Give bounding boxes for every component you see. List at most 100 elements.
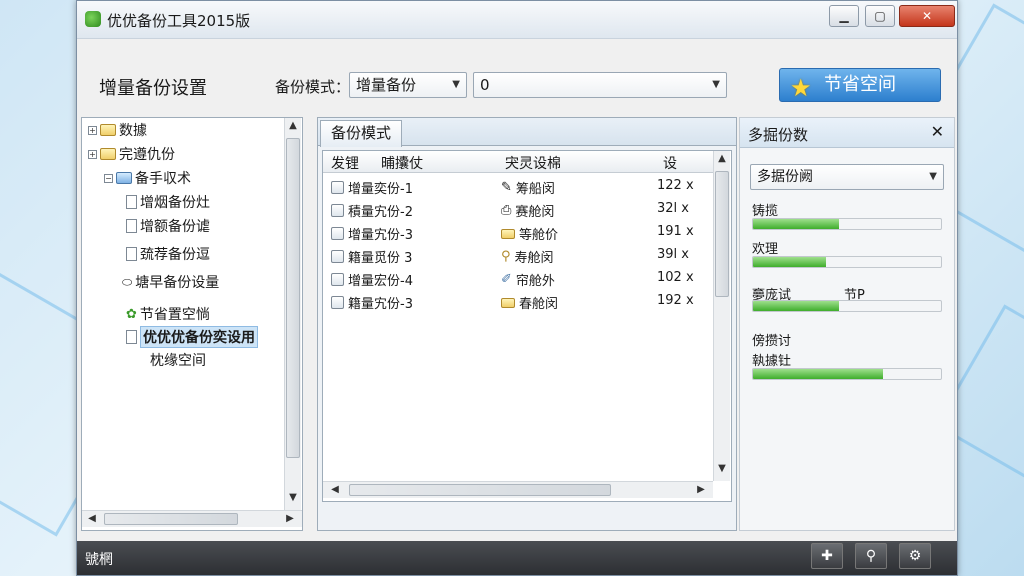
column-header-type[interactable]: 宊灵设棉: [505, 153, 561, 173]
document-icon: [126, 219, 137, 233]
tree-item-incremental-1[interactable]: 增烟备份灶: [126, 192, 210, 212]
row-size: 192 x: [657, 293, 694, 308]
tree-item-label: 增烟备份灶: [140, 195, 210, 211]
scroll-thumb[interactable]: [349, 484, 611, 496]
tree-item-label: 完遵仇份: [119, 147, 175, 163]
row-size: 39l x: [657, 247, 689, 262]
progress-bar-1: [752, 218, 942, 230]
tree-item-recommended[interactable]: 巯荐备份逗: [126, 244, 210, 264]
backup-mode-label: 备份模式：: [275, 78, 351, 96]
tree-item-save-space[interactable]: ✿ 节省置空惝: [126, 304, 210, 324]
row-name: 增量宏份-4: [348, 274, 413, 289]
minimize-button[interactable]: ▁: [829, 5, 859, 27]
column-header-name[interactable]: 发锂: [331, 153, 359, 173]
expander-icon[interactable]: −: [104, 173, 113, 183]
drive-icon: ⬭: [122, 274, 133, 289]
expander-icon[interactable]: +: [88, 125, 97, 135]
table-row[interactable]: 增量宏份-4 ✐ 帘舱外 102 x: [323, 267, 713, 290]
tab-backup-mode[interactable]: 备份模式: [320, 120, 403, 147]
side-select[interactable]: 多据份阙 ▼: [750, 164, 944, 190]
progress-fill: [753, 301, 840, 311]
column-header-size[interactable]: 设: [663, 153, 677, 173]
table-row[interactable]: 籍量觅份 3 ⚲ 寿舱闵 39l x: [323, 244, 713, 267]
scroll-right-icon[interactable]: ▶: [693, 484, 709, 495]
folder-tree-panel[interactable]: + 数據 + 完遵仇份 − 备手収术 增烟备份灶 增额备份谑 巯荐备份逗 ⬭ 塘…: [81, 117, 303, 531]
add-button[interactable]: ✚: [811, 543, 843, 569]
tree-item-label: 备手収术: [135, 171, 191, 187]
tree-item-backup-hand[interactable]: − 备手収术: [104, 168, 191, 188]
row-size: 191 x: [657, 224, 694, 239]
app-icon: ✿: [126, 306, 137, 322]
tree-item-label: 优优优备份奕设用: [140, 326, 258, 348]
row-name: 增量宄份-3: [348, 228, 413, 243]
tree-item-data[interactable]: + 数據: [88, 120, 147, 140]
backup-mode-value: 增量备份: [356, 76, 417, 94]
folder-icon: [501, 297, 515, 308]
table-row[interactable]: 積量宄份-2 ⎙ 赛舱闵 32l x: [323, 198, 713, 221]
scroll-thumb[interactable]: [286, 138, 300, 458]
tree-horizontal-scrollbar[interactable]: ◀ ▶: [82, 510, 302, 527]
scroll-up-icon[interactable]: ▲: [714, 153, 730, 164]
settings-button[interactable]: ⚙: [899, 543, 931, 569]
close-button[interactable]: ✕: [899, 5, 955, 27]
file-icon: [331, 296, 344, 309]
path-select[interactable]: 0 ▼: [473, 72, 727, 98]
tree-item-label: 枕缘空间: [150, 353, 206, 369]
stat-label-4: 傍攒讨: [752, 334, 792, 349]
tree-vertical-scrollbar[interactable]: ▲ ▼: [284, 118, 301, 510]
tree-item-incremental-2[interactable]: 增额备份谑: [126, 216, 210, 236]
star-icon: ★: [790, 74, 812, 102]
tree-item-space[interactable]: 枕缘空间: [150, 350, 206, 370]
path-value: 0: [480, 76, 490, 94]
save-space-button[interactable]: ★ 节省空间: [779, 68, 941, 102]
chevron-down-icon: ▼: [452, 79, 460, 90]
search-icon: ⚲: [865, 548, 877, 564]
tree-item-label: 巯荐备份逗: [140, 247, 210, 263]
scroll-down-icon[interactable]: ▼: [285, 492, 301, 503]
column-header-row: 发锂 晡攮仗 宊灵设棉 设: [323, 151, 713, 173]
file-icon: [331, 204, 344, 217]
file-list[interactable]: 发锂 晡攮仗 宊灵设棉 设 增量奕份-1 ✎ 筹船闵 122 x 積量宄份-2 ⎙…: [322, 150, 732, 502]
table-row[interactable]: 籍量宄份-3 春舱闵 192 x: [323, 290, 713, 313]
chevron-down-icon: ▼: [712, 79, 720, 90]
settings-title: 增量备份设置: [99, 78, 207, 99]
row-name: 籍量宄份-3: [348, 297, 413, 312]
side-panel-header: 多掘份数 ✕: [740, 118, 954, 148]
document-icon: [126, 195, 137, 209]
app-logo-icon: [85, 11, 101, 27]
scroll-left-icon[interactable]: ◀: [84, 513, 100, 524]
tree-item-selected[interactable]: 优优优备份奕设用: [126, 326, 258, 348]
scroll-right-icon[interactable]: ▶: [282, 513, 298, 524]
table-row[interactable]: 增量宄份-3 等舱价 191 x: [323, 221, 713, 244]
save-space-label: 节省空间: [824, 74, 896, 95]
toolbar: 增量备份设置 备份模式： 增量备份 ▼ 0 ▼ ★ 节省空间: [77, 40, 957, 114]
scroll-up-icon[interactable]: ▲: [285, 120, 301, 131]
scroll-thumb[interactable]: [104, 513, 238, 525]
printer-icon: ⎙: [501, 203, 512, 218]
stat-label-1: 铸揽: [752, 204, 779, 219]
pen-icon: ✐: [501, 272, 512, 287]
title-bar[interactable]: 优优备份工具2015版 ▁ ▢ ✕: [77, 1, 957, 39]
pin-icon: ⚲: [501, 249, 511, 264]
column-header-status[interactable]: 晡攮仗: [381, 153, 423, 173]
list-vertical-scrollbar[interactable]: ▲ ▼: [713, 151, 730, 481]
progress-bar-5: [752, 368, 942, 380]
search-button[interactable]: ⚲: [855, 543, 887, 569]
scroll-left-icon[interactable]: ◀: [327, 484, 343, 495]
row-type: 寿舱闵: [514, 251, 554, 266]
maximize-button[interactable]: ▢: [865, 5, 895, 27]
tree-item-early-backup[interactable]: ⬭ 塘早备份设量: [122, 272, 219, 292]
backup-mode-select[interactable]: 增量备份 ▼: [349, 72, 467, 98]
list-horizontal-scrollbar[interactable]: ◀ ▶: [323, 481, 713, 498]
backup-stats-panel: 多掘份数 ✕ 多据份阙 ▼ 铸揽 欢理 夣庞试 节P 傍攒讨 執據钍: [739, 117, 955, 531]
table-row[interactable]: 增量奕份-1 ✎ 筹船闵 122 x: [323, 175, 713, 198]
row-size: 102 x: [657, 270, 694, 285]
scroll-down-icon[interactable]: ▼: [714, 463, 730, 474]
scroll-thumb[interactable]: [715, 171, 729, 297]
tree-item-full-backup[interactable]: + 完遵仇份: [88, 144, 175, 164]
expander-icon[interactable]: +: [88, 149, 97, 159]
close-icon[interactable]: ✕: [931, 122, 944, 141]
progress-fill: [753, 219, 840, 229]
side-panel-title: 多掘份数: [748, 126, 809, 144]
gear-icon: ⚙: [908, 548, 922, 564]
